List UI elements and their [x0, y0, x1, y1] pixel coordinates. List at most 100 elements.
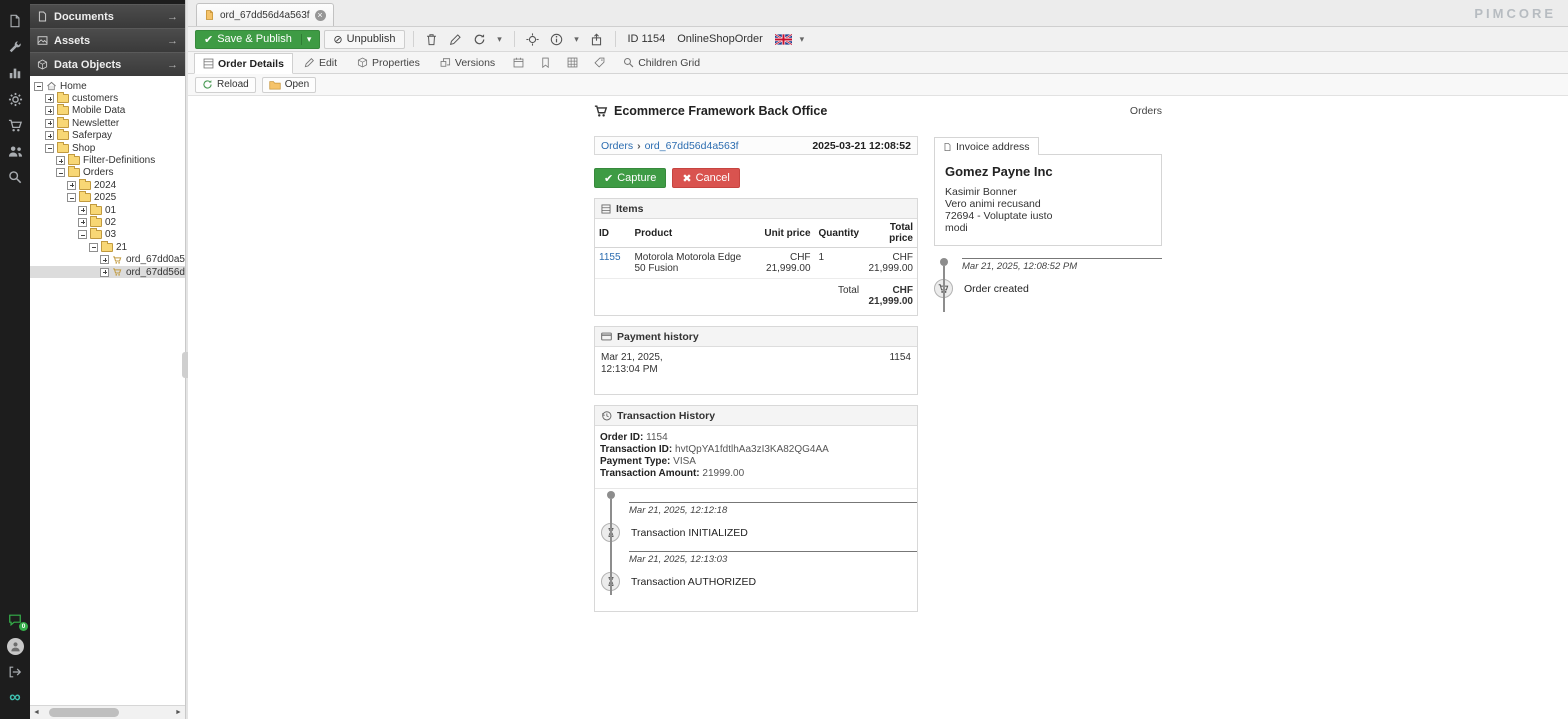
tree-item-mobile-data[interactable]: Mobile Data [30, 104, 185, 117]
document-icon [943, 142, 952, 152]
delete-button[interactable] [422, 30, 442, 49]
table-icon [601, 204, 611, 214]
expand-toggle-icon[interactable] [45, 94, 54, 104]
open-button[interactable]: Open [261, 76, 317, 93]
scroll-left-icon[interactable]: ◄ [30, 709, 43, 716]
tree-item-2025[interactable]: 2025 [30, 191, 185, 204]
tab-properties[interactable]: Properties [348, 52, 429, 73]
reports-icon[interactable] [0, 60, 30, 86]
tab-notes[interactable] [533, 52, 558, 73]
ecommerce-cart-icon[interactable] [0, 112, 30, 138]
folder-icon [57, 116, 69, 128]
notifications-icon[interactable]: 0 [0, 607, 30, 633]
capture-button[interactable]: ✔ Capture [594, 168, 667, 188]
invoice-address-tab[interactable]: Invoice address [934, 137, 1039, 155]
tree-item-order-2-selected[interactable]: ord_67dd56d4 [30, 265, 185, 279]
share-button[interactable] [587, 30, 607, 49]
tab-close-icon[interactable]: × [314, 9, 326, 21]
open-label: Open [284, 79, 310, 90]
reload-view-button[interactable]: Reload [195, 76, 256, 93]
sub-toolbar: Reload Open [188, 74, 1568, 96]
collapse-toggle-icon[interactable] [67, 193, 76, 203]
search-icon[interactable] [0, 164, 30, 190]
expand-toggle-icon[interactable] [67, 180, 76, 190]
locate-in-tree-button[interactable] [523, 30, 543, 49]
scroll-right-icon[interactable]: ► [172, 709, 185, 716]
tree-item-filter-definitions[interactable]: Filter-Definitions [30, 154, 185, 166]
tree-item-label: 02 [105, 216, 117, 228]
tree-item-newsletter[interactable]: Newsletter [30, 116, 185, 129]
expand-toggle-icon[interactable] [78, 217, 87, 227]
language-flag-icon[interactable] [774, 33, 792, 45]
tree-item-orders[interactable]: Orders [30, 166, 185, 179]
documents-icon[interactable] [0, 8, 30, 34]
folder-icon [57, 141, 69, 153]
timeline-event: Mar 21, 2025, 12:13:03 Transaction AUTHO… [595, 551, 917, 591]
tab-order-details[interactable]: Order Details [194, 53, 293, 74]
expand-toggle-icon[interactable] [45, 118, 54, 128]
navigation-panel: Documents → Assets → Data Objects → Home… [30, 0, 186, 719]
tree-item-21[interactable]: 21 [30, 240, 185, 253]
breadcrumb-order-link[interactable]: ord_67dd56d4a563f [645, 140, 739, 152]
object-id-label: ID 1154 [627, 33, 666, 45]
language-dropdown-icon[interactable]: ▾ [796, 30, 808, 49]
tab-versions[interactable]: Versions [431, 52, 504, 73]
expand-toggle-icon[interactable] [45, 131, 54, 141]
cancel-button[interactable]: ✖ Cancel [672, 168, 740, 188]
tab-children-grid[interactable]: Children Grid [614, 52, 709, 73]
expand-toggle-icon[interactable] [56, 156, 65, 166]
expand-toggle-icon[interactable] [100, 267, 109, 277]
tab-schedule[interactable] [506, 52, 531, 73]
tree-item-01[interactable]: 01 [30, 203, 185, 216]
expand-toggle-icon[interactable] [100, 255, 109, 265]
scrollbar-thumb[interactable] [49, 708, 119, 717]
tab-tags[interactable] [587, 52, 612, 73]
tree-item-03[interactable]: 03 [30, 228, 185, 241]
accordion-documents[interactable]: Documents → [30, 4, 185, 28]
unpublish-button[interactable]: ⊘ Unpublish [324, 29, 405, 49]
open-document-tab[interactable]: ord_67dd56d4a563f × [196, 3, 334, 26]
tools-icon[interactable] [0, 34, 30, 60]
accordion-assets[interactable]: Assets → [30, 28, 185, 52]
accordion-data-objects[interactable]: Data Objects → [30, 52, 185, 76]
tab-dependencies[interactable] [560, 52, 585, 73]
save-publish-button[interactable]: ✔ Save & Publish ▾ [195, 29, 321, 49]
tree-item-customers[interactable]: customers [30, 92, 185, 104]
collapse-toggle-icon[interactable] [78, 230, 87, 240]
tree-item-order-1[interactable]: ord_67dd0a5c [30, 253, 185, 265]
collapse-toggle-icon[interactable] [56, 168, 65, 178]
search-icon [623, 57, 634, 68]
user-avatar[interactable] [0, 633, 30, 659]
pimcore-logo-icon[interactable]: ∞ [0, 685, 30, 711]
users-icon[interactable] [0, 138, 30, 164]
reload-button[interactable] [470, 30, 490, 49]
settings-gear-icon[interactable] [0, 86, 30, 112]
item-id-link[interactable]: 1155 [599, 252, 621, 263]
edit-icon [304, 57, 315, 68]
info-button[interactable] [547, 30, 567, 49]
tree-item-home[interactable]: Home [30, 80, 185, 92]
rename-button[interactable] [446, 30, 466, 49]
folder-icon [57, 92, 69, 104]
grid-icon [567, 57, 578, 68]
expand-toggle-icon[interactable] [45, 106, 54, 116]
credit-card-icon [601, 332, 612, 341]
tab-edit[interactable]: Edit [295, 52, 346, 73]
collapse-toggle-icon[interactable] [34, 81, 43, 91]
check-icon: ✔ [604, 172, 614, 185]
save-dropdown-icon[interactable]: ▾ [300, 33, 311, 45]
info-dropdown-icon[interactable]: ▾ [571, 30, 583, 49]
logout-icon[interactable] [0, 659, 30, 685]
tree-item-saferpay[interactable]: Saferpay [30, 129, 185, 142]
horizontal-scrollbar[interactable]: ◄ ► [30, 705, 185, 719]
collapse-toggle-icon[interactable] [45, 143, 54, 153]
breadcrumb-orders-link[interactable]: Orders [601, 140, 633, 152]
order-details-icon [203, 58, 214, 69]
reload-dropdown-icon[interactable]: ▾ [494, 30, 506, 49]
collapse-toggle-icon[interactable] [89, 242, 98, 252]
tree-item-02[interactable]: 02 [30, 215, 185, 228]
tree-item-2024[interactable]: 2024 [30, 178, 185, 191]
tree-item-shop[interactable]: Shop [30, 141, 185, 154]
expand-toggle-icon[interactable] [78, 205, 87, 215]
timeline-event-label: Transaction INITIALIZED [631, 526, 748, 539]
